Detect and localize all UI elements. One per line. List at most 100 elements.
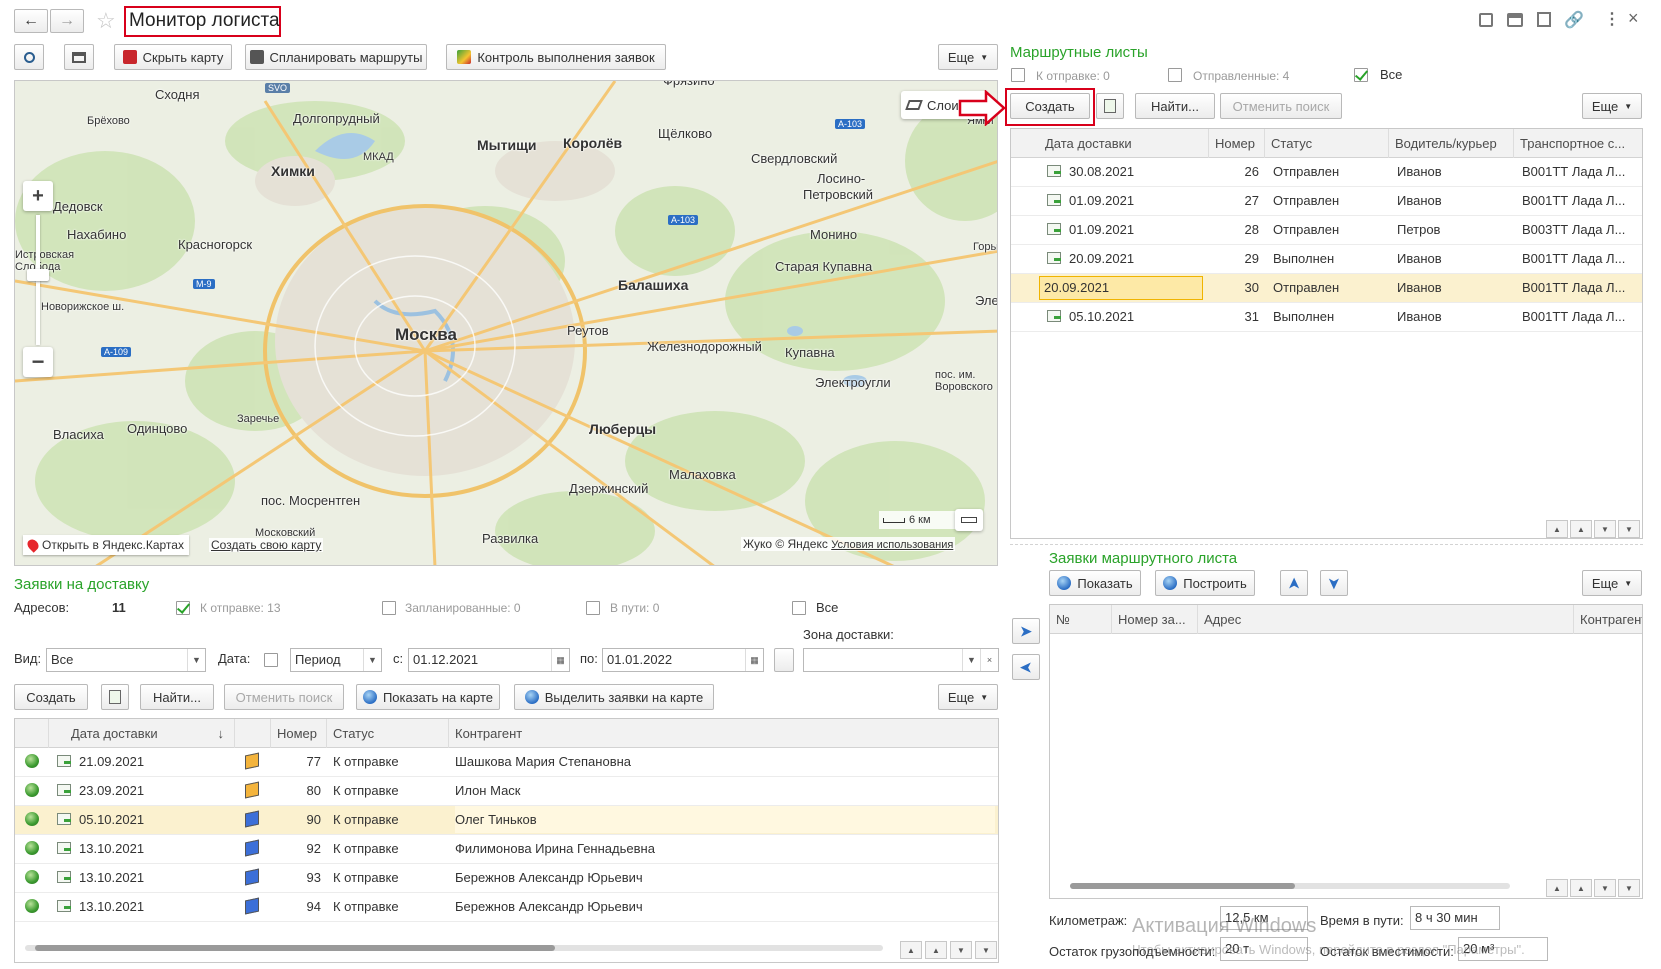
- col-number[interactable]: Номер: [1209, 129, 1265, 158]
- table-row[interactable]: 20.09.2021 29 Выполнен Иванов В001ТТ Лада Л.…: [1011, 245, 1642, 274]
- table-row[interactable]: 21.09.2021 77 К отправке Шашкова Мария Степ…: [15, 748, 998, 777]
- clear-icon[interactable]: ×: [980, 649, 998, 671]
- forward-button[interactable]: →: [50, 9, 84, 33]
- col-type[interactable]: [235, 719, 271, 748]
- routes-find-button[interactable]: Найти...: [1135, 93, 1215, 119]
- to-date-input[interactable]: 01.01.2022 ▦: [602, 648, 764, 672]
- filter-to-send-checkbox[interactable]: [176, 601, 190, 615]
- more-vertical-icon[interactable]: ⋮: [1604, 9, 1620, 29]
- first-page-button[interactable]: ▲: [1546, 879, 1568, 897]
- back-button[interactable]: ←: [14, 9, 48, 33]
- left-more-button[interactable]: Еще ▼: [938, 44, 998, 70]
- table-row[interactable]: 13.10.2021 94 К отправке Бережнов Александр…: [15, 893, 998, 922]
- first-page-button[interactable]: ▲: [1546, 520, 1568, 538]
- col-icon[interactable]: [15, 719, 49, 748]
- route-requests-hscrollbar[interactable]: [1070, 883, 1510, 889]
- routes-copy-button[interactable]: [1096, 93, 1124, 119]
- col-address[interactable]: Адрес: [1198, 605, 1574, 634]
- date-checkbox[interactable]: [264, 653, 278, 667]
- table-row[interactable]: 20.09.2021 30 Отправлен Иванов В001ТТ Лада Л…: [1011, 274, 1642, 303]
- filter-planned-checkbox[interactable]: [382, 601, 396, 615]
- ruler-button[interactable]: [955, 509, 983, 531]
- col-contractor[interactable]: Контрагент: [1574, 605, 1642, 634]
- last-page-button[interactable]: ▼: [975, 941, 997, 959]
- prev-page-button[interactable]: ▲: [1570, 879, 1592, 897]
- preview-icon[interactable]: [1537, 12, 1551, 27]
- last-page-button[interactable]: ▼: [1618, 520, 1640, 538]
- dropdown-arrow-icon[interactable]: ▼: [962, 649, 980, 671]
- col-request-number[interactable]: Номер за...: [1112, 605, 1198, 634]
- next-page-button[interactable]: ▼: [1594, 520, 1616, 538]
- deliveries-find-button[interactable]: Найти...: [140, 684, 214, 710]
- create-own-map-link[interactable]: Создать свою карту: [209, 538, 324, 552]
- next-page-button[interactable]: ▼: [1594, 879, 1616, 897]
- save-icon[interactable]: [1479, 13, 1493, 27]
- dropdown-arrow-icon[interactable]: ▼: [363, 649, 381, 671]
- calendar-icon[interactable]: ▦: [745, 649, 763, 671]
- scrollbar-thumb[interactable]: [35, 945, 555, 951]
- open-yandex-link[interactable]: Открыть в Яндекс.Картах: [23, 535, 189, 555]
- highlight-on-map-button[interactable]: Выделить заявки на карте: [514, 684, 714, 710]
- routes-filter-sent-checkbox[interactable]: [1168, 68, 1182, 82]
- dropdown-arrow-icon[interactable]: ▼: [187, 649, 205, 671]
- map-container[interactable]: Фрязино Сходня SVO Брёхово Долгопрудный …: [14, 80, 998, 566]
- move-down-button[interactable]: ➤: [1320, 570, 1348, 596]
- routes-create-button[interactable]: Создать: [1010, 93, 1090, 119]
- last-page-button[interactable]: ▼: [1618, 879, 1640, 897]
- col-vehicle[interactable]: Транспортное с...: [1514, 129, 1642, 158]
- prev-page-button[interactable]: ▲: [1570, 520, 1592, 538]
- move-left-button[interactable]: ➤: [1012, 654, 1040, 680]
- routes-cancel-search-button[interactable]: Отменить поиск: [1220, 93, 1342, 119]
- deliveries-create-button[interactable]: Создать: [14, 684, 88, 710]
- plan-routes-button[interactable]: Спланировать маршруты: [245, 44, 427, 70]
- deliveries-hscrollbar[interactable]: [25, 945, 883, 951]
- routes-filter-all-checkbox[interactable]: [1354, 68, 1368, 82]
- scrollbar-thumb[interactable]: [1070, 883, 1295, 889]
- first-page-button[interactable]: ▲: [900, 941, 922, 959]
- col-no[interactable]: №: [1050, 605, 1112, 634]
- request-control-button[interactable]: Контроль выполнения заявок: [446, 44, 666, 70]
- calendar-icon[interactable]: ▦: [551, 649, 569, 671]
- terms-link[interactable]: Условия использования: [831, 539, 953, 551]
- table-row[interactable]: 30.08.2021 26 Отправлен Иванов В001ТТ Лада Л…: [1011, 158, 1642, 187]
- table-row[interactable]: 23.09.2021 80 К отправке Илон Маск: [15, 777, 998, 806]
- print-button[interactable]: [64, 44, 94, 70]
- route-build-button[interactable]: Построить: [1155, 570, 1255, 596]
- close-icon[interactable]: ×: [1628, 8, 1639, 29]
- zone-toggle-button[interactable]: [774, 648, 794, 672]
- print-icon[interactable]: [1507, 13, 1523, 27]
- deliveries-cancel-search-button[interactable]: Отменить поиск: [224, 684, 344, 710]
- table-row[interactable]: 01.09.2021 28 Отправлен Петров В003ТТ Лада Л…: [1011, 216, 1642, 245]
- link-icon[interactable]: 🔗: [1564, 10, 1584, 30]
- prev-page-button[interactable]: ▲: [925, 941, 947, 959]
- show-on-map-button[interactable]: Показать на карте: [356, 684, 500, 710]
- route-requests-more-button[interactable]: Еще ▼: [1582, 570, 1642, 596]
- table-row[interactable]: 05.10.2021 31 Выполнен Иванов В001ТТ Лада Л.…: [1011, 303, 1642, 332]
- col-status[interactable]: Статус: [1265, 129, 1389, 158]
- map-canvas[interactable]: [15, 81, 998, 566]
- col-date[interactable]: Дата доставки ↓: [49, 719, 235, 748]
- route-show-button[interactable]: Показать: [1049, 570, 1141, 596]
- col-driver[interactable]: Водитель/курьер: [1389, 129, 1514, 158]
- filter-in-transit-checkbox[interactable]: [586, 601, 600, 615]
- zoom-in-button[interactable]: +: [23, 181, 53, 211]
- table-row[interactable]: 01.09.2021 27 Отправлен Иванов В001ТТ Лада Л…: [1011, 187, 1642, 216]
- routes-filter-to-send-checkbox[interactable]: [1011, 68, 1025, 82]
- hide-map-button[interactable]: Скрыть карту: [114, 44, 232, 70]
- col-number[interactable]: Номер: [271, 719, 327, 748]
- col-status[interactable]: Статус: [327, 719, 449, 748]
- map-search-button[interactable]: [14, 44, 44, 70]
- routes-table[interactable]: Дата доставки Номер Статус Водитель/курь…: [1010, 128, 1643, 539]
- table-row[interactable]: 13.10.2021 92 К отправке Филимонова Ирина Г…: [15, 835, 998, 864]
- routes-more-button[interactable]: Еще ▼: [1582, 93, 1642, 119]
- zone-select[interactable]: ▼ ×: [803, 648, 999, 672]
- deliveries-more-button[interactable]: Еще ▼: [938, 684, 998, 710]
- favorite-star-icon[interactable]: ☆: [96, 8, 116, 34]
- move-up-button[interactable]: ➤: [1280, 570, 1308, 596]
- col-contractor[interactable]: Контрагент: [449, 719, 998, 748]
- move-right-button[interactable]: ➤: [1012, 618, 1040, 644]
- period-select[interactable]: Период ▼: [290, 648, 382, 672]
- table-row[interactable]: 05.10.2021 90 К отправке Олег Тиньков: [15, 806, 998, 835]
- from-date-input[interactable]: 01.12.2021 ▦: [408, 648, 570, 672]
- filter-all-checkbox[interactable]: [792, 601, 806, 615]
